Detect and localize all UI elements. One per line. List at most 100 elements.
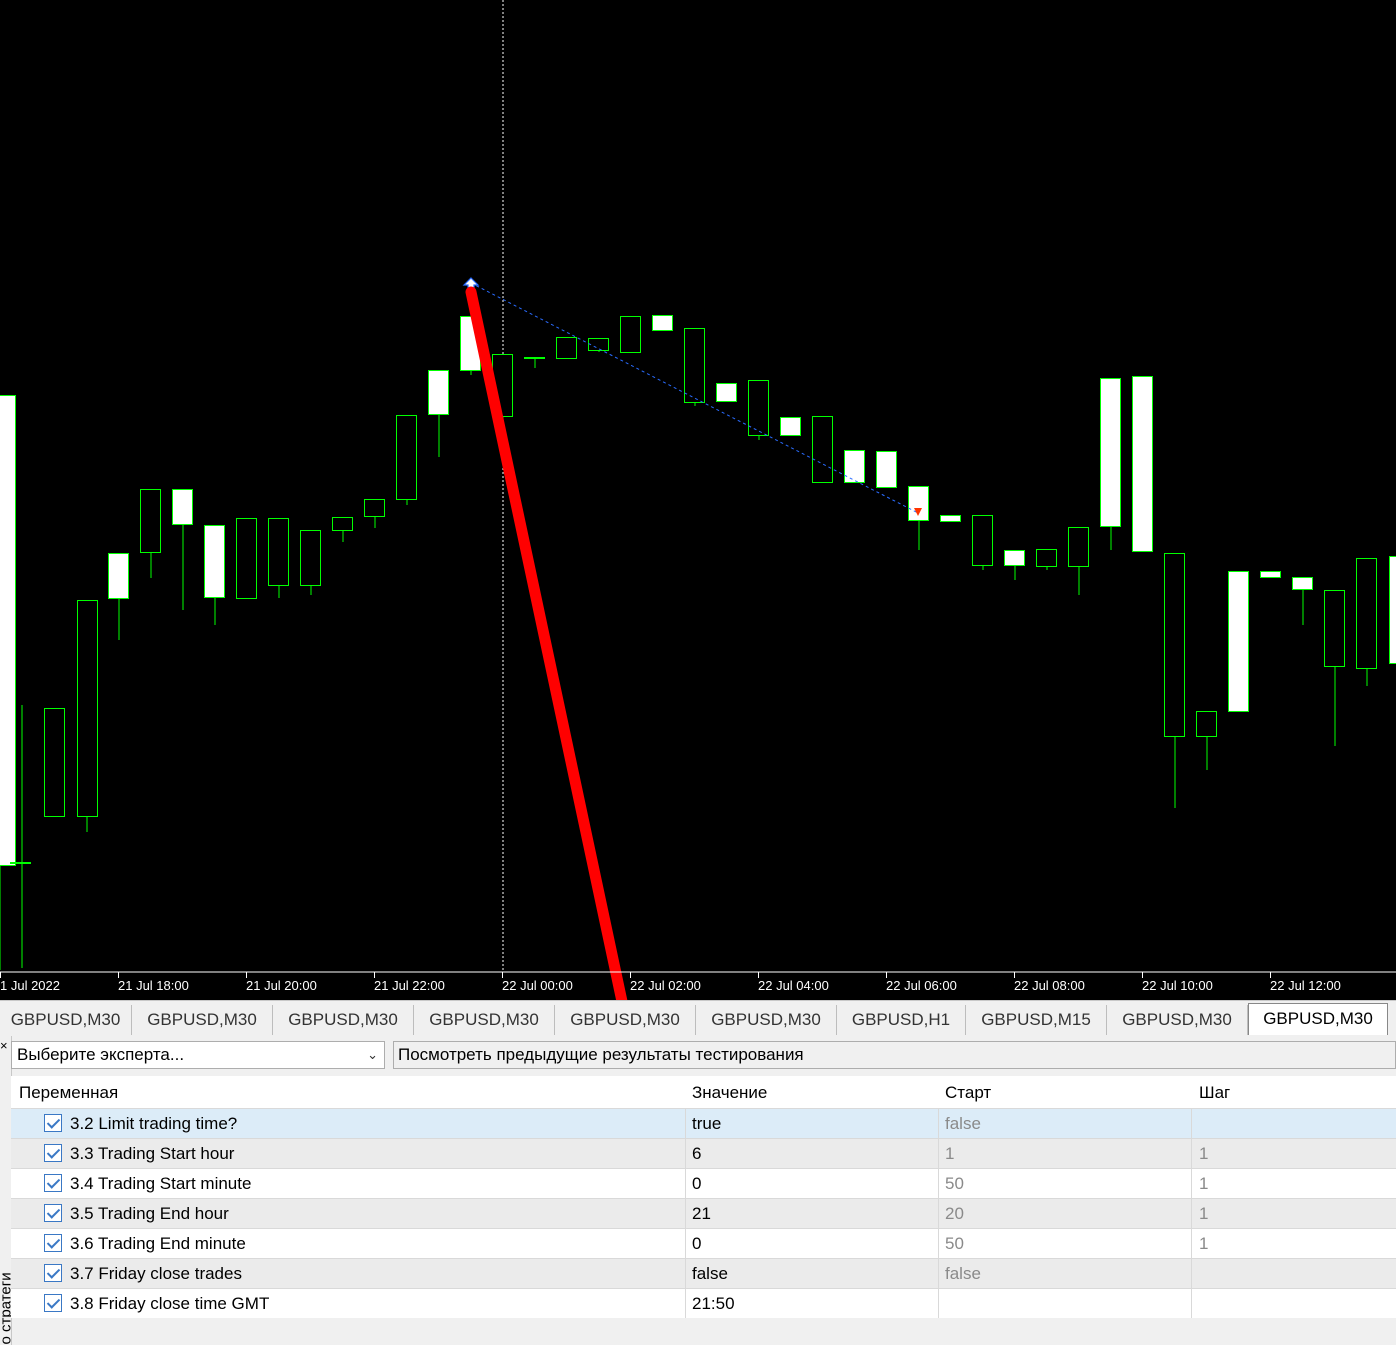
candle-body [652, 315, 673, 331]
chart-tab[interactable]: GBPUSD,M30 [273, 1005, 414, 1035]
column-divider [685, 1109, 686, 1138]
parameter-row[interactable]: 3.4 Trading Start minute 0 50 1 [11, 1168, 1396, 1198]
candlestick-canvas [0, 0, 1396, 1000]
column-header-variable[interactable]: Переменная [19, 1076, 118, 1108]
parameter-value[interactable]: 21:50 [692, 1289, 735, 1319]
chart-tab[interactable]: GBPUSD,M30 [414, 1005, 555, 1035]
candle-body [620, 316, 641, 353]
parameter-row[interactable]: 3.7 Friday close trades false false [11, 1258, 1396, 1288]
candle-body [428, 370, 449, 415]
candle-body [44, 708, 65, 817]
checkbox[interactable] [44, 1114, 62, 1132]
parameter-step[interactable]: 1 [1199, 1199, 1208, 1229]
chart-tab[interactable]: GBPUSD,M30 [555, 1005, 696, 1035]
parameter-start[interactable]: false [945, 1109, 981, 1139]
parameter-value[interactable]: true [692, 1109, 721, 1139]
candle-body [1260, 571, 1281, 578]
column-divider [938, 1289, 939, 1318]
previous-results-button[interactable]: Посмотреть предыдущие результаты тестиро… [393, 1041, 1396, 1069]
parameter-row[interactable]: 3.3 Trading Start hour 6 1 1 [11, 1138, 1396, 1168]
column-header-step[interactable]: Шаг [1199, 1076, 1230, 1108]
parameter-start[interactable]: 1 [945, 1139, 954, 1169]
candle-body [300, 530, 321, 586]
time-label: 22 Jul 08:00 [1014, 978, 1085, 993]
time-label: 21 Jul 18:00 [118, 978, 189, 993]
chart-tab[interactable]: GBPUSD,H1 [837, 1005, 966, 1035]
candle-body [1389, 556, 1396, 664]
checkbox[interactable] [44, 1204, 62, 1222]
column-divider [685, 1139, 686, 1168]
time-label: 21 Jul 20:00 [246, 978, 317, 993]
candle-body [812, 416, 833, 483]
column-divider [685, 1199, 686, 1228]
checkbox[interactable] [44, 1234, 62, 1252]
candle-body [204, 525, 225, 598]
parameter-name: 3.7 Friday close trades [70, 1264, 242, 1283]
chart-tab[interactable]: GBPUSD,M30 [696, 1005, 837, 1035]
candle-body [1068, 527, 1089, 567]
chart-tab[interactable]: GBPUSD,M30 [1107, 1005, 1248, 1035]
parameter-row[interactable]: 3.5 Trading End hour 21 20 1 [11, 1198, 1396, 1228]
strategy-tester-panel: × о стратеги Выберите эксперта... ⌄ Посм… [0, 1036, 1396, 1345]
parameter-value[interactable]: 21 [692, 1199, 711, 1229]
column-divider [1191, 1109, 1192, 1138]
chart-tab[interactable]: GBPUSD,M15 [966, 1005, 1107, 1035]
parameter-start[interactable]: 20 [945, 1199, 964, 1229]
column-header-value[interactable]: Значение [692, 1076, 767, 1108]
close-icon[interactable]: × [0, 1038, 8, 1053]
candle-body [556, 337, 577, 359]
time-label: 21 Jul 22:00 [374, 978, 445, 993]
checkbox[interactable] [44, 1294, 62, 1312]
parameter-start[interactable]: 50 [945, 1169, 964, 1199]
parameter-row[interactable]: 3.6 Trading End minute 0 50 1 [11, 1228, 1396, 1258]
expert-select[interactable]: Выберите эксперта... ⌄ [11, 1041, 385, 1069]
chart-tab[interactable]: GBPUSD,M30 [0, 1005, 132, 1035]
parameter-value[interactable]: 0 [692, 1229, 701, 1259]
time-label: 22 Jul 04:00 [758, 978, 829, 993]
chevron-down-icon: ⌄ [367, 1047, 378, 1062]
candle-body [332, 517, 353, 531]
parameter-name: 3.6 Trading End minute [70, 1234, 246, 1253]
parameter-start[interactable]: false [945, 1259, 981, 1289]
column-divider [1191, 1199, 1192, 1228]
parameter-name: 3.3 Trading Start hour [70, 1144, 235, 1163]
time-label: 22 Jul 10:00 [1142, 978, 1213, 993]
candle-body [108, 553, 129, 599]
parameter-value[interactable]: false [692, 1259, 728, 1289]
chart-tab[interactable]: GBPUSD,M30 [132, 1005, 273, 1035]
parameter-value[interactable]: 0 [692, 1169, 701, 1199]
checkbox[interactable] [44, 1264, 62, 1282]
chart-tab[interactable]: GBPUSD,M30 [1248, 1003, 1388, 1035]
column-divider [938, 1229, 939, 1258]
parameter-row[interactable]: 3.2 Limit trading time? true false [11, 1108, 1396, 1138]
time-label: 22 Jul 12:00 [1270, 978, 1341, 993]
candle-body [10, 862, 31, 864]
candle-body [524, 357, 545, 359]
time-label: 22 Jul 02:00 [630, 978, 701, 993]
parameter-step[interactable]: 1 [1199, 1169, 1208, 1199]
parameter-step[interactable]: 1 [1199, 1139, 1208, 1169]
parameter-name: 3.8 Friday close time GMT [70, 1294, 270, 1313]
parameter-step[interactable]: 1 [1199, 1229, 1208, 1259]
column-header-start[interactable]: Старт [945, 1076, 991, 1108]
column-divider [685, 1169, 686, 1198]
candle-body [1196, 711, 1217, 737]
candle-body [1132, 376, 1153, 552]
parameter-row[interactable]: 3.8 Friday close time GMT 21:50 [11, 1288, 1396, 1318]
candle-body [140, 489, 161, 553]
price-chart[interactable]: 1 Jul 2022 21 Jul 18:00 21 Jul 20:00 21 Jul… [0, 0, 1396, 1000]
parameter-start[interactable]: 50 [945, 1229, 964, 1259]
column-divider [938, 1169, 939, 1198]
candle-body [77, 600, 98, 817]
candle-body [748, 380, 769, 436]
candle-body [1164, 553, 1185, 737]
column-divider [1191, 1229, 1192, 1258]
candle-body [1004, 550, 1025, 566]
checkbox[interactable] [44, 1174, 62, 1192]
time-label: 22 Jul 06:00 [886, 978, 957, 993]
column-divider [938, 1259, 939, 1288]
checkbox[interactable] [44, 1144, 62, 1162]
parameter-value[interactable]: 6 [692, 1139, 701, 1169]
column-divider [1191, 1139, 1192, 1168]
candle-body [972, 515, 993, 566]
